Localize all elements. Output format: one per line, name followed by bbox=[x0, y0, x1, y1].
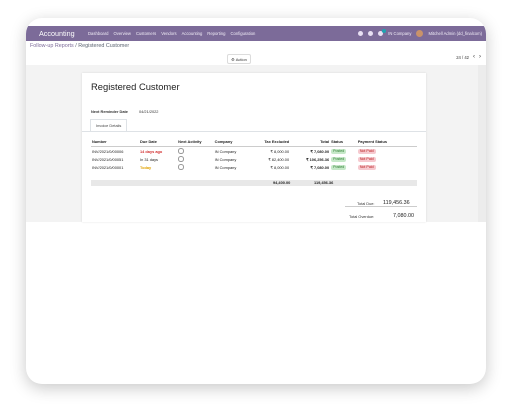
col-payment-status[interactable]: Payment Status bbox=[356, 137, 417, 147]
menu-overview[interactable]: Overview bbox=[114, 31, 131, 36]
payment-cell: Not Paid bbox=[357, 155, 417, 163]
menu-configuration[interactable]: Configuration bbox=[230, 31, 255, 36]
total: ₹ 7,080.00 bbox=[310, 148, 330, 154]
chat-icon[interactable] bbox=[368, 31, 374, 36]
company: IN Company bbox=[214, 164, 237, 170]
status-cell: Posted bbox=[330, 163, 357, 171]
sum-total: 119,456.36 bbox=[314, 180, 334, 185]
col-next-activity[interactable]: Next Activity bbox=[177, 137, 214, 147]
table-row[interactable]: INV/2021/0/00051 In 31 days IN Company ₹… bbox=[91, 155, 417, 163]
col-company[interactable]: Company bbox=[213, 137, 247, 147]
status-badge: Posted bbox=[331, 157, 347, 162]
total-overdue-label: Total Overdue: bbox=[349, 214, 375, 219]
sum-tax-excluded: 94,400.00 bbox=[273, 180, 291, 185]
invoice-table: Number Due Date Next Activity Company Ta… bbox=[91, 137, 417, 171]
next-activity bbox=[177, 147, 214, 156]
reminder-date-label: Next Reminder Date bbox=[91, 109, 128, 114]
next-activity bbox=[177, 155, 214, 163]
chevron-left-icon[interactable]: ‹ bbox=[473, 54, 475, 60]
summary-divider bbox=[345, 206, 417, 207]
menu-customers[interactable]: Customers bbox=[136, 31, 156, 36]
menu-accounting[interactable]: Accounting bbox=[182, 31, 203, 36]
status-cell: Posted bbox=[330, 147, 357, 156]
invoice-number: INV/2021/0/00051 bbox=[92, 156, 124, 162]
due-date: In 31 days bbox=[140, 156, 158, 162]
col-total[interactable]: Total bbox=[290, 137, 331, 147]
chevron-right-icon[interactable]: › bbox=[479, 54, 481, 60]
activity-clock-icon[interactable] bbox=[178, 156, 184, 162]
navbar-systray: IN Company Mitchell Admin (dd_finalcom) bbox=[358, 26, 482, 41]
page-title: Registered Customer bbox=[91, 81, 180, 92]
table-totals-row: 94,400.00 119,456.36 bbox=[91, 180, 417, 186]
bug-icon[interactable] bbox=[358, 31, 364, 36]
reminder-date-field[interactable]: 04/21/2022 bbox=[139, 109, 158, 114]
col-number[interactable]: Number bbox=[91, 137, 140, 147]
status-badge: Posted bbox=[331, 165, 347, 170]
status-cell: Posted bbox=[330, 155, 357, 163]
due-date: 14 days ago bbox=[140, 148, 163, 154]
payment-cell: Not Paid bbox=[357, 147, 417, 156]
content-area: Registered Customer Next Reminder Date 0… bbox=[26, 65, 486, 222]
breadcrumb: Follow-up Reports / Registered Customer bbox=[30, 43, 129, 49]
pager-value[interactable]: 24 / 42 bbox=[456, 55, 469, 60]
action-button[interactable]: ⚙ Action bbox=[227, 54, 251, 64]
avatar[interactable] bbox=[416, 30, 424, 37]
col-tax-excluded[interactable]: Tax Excluded bbox=[246, 137, 291, 147]
main-menu: Dashboard Overview Customers Vendors Acc… bbox=[88, 26, 255, 41]
invoice-number: INV/2021/0/00006 bbox=[92, 148, 124, 154]
tax-excluded: ₹ 8,000.00 bbox=[270, 164, 290, 170]
action-label: Action bbox=[235, 56, 247, 62]
breadcrumb-current: Registered Customer bbox=[78, 43, 130, 49]
gear-icon: ⚙ bbox=[231, 56, 235, 62]
tax-excluded: ₹ 8,000.00 bbox=[270, 148, 290, 154]
invoice-number: INV/2021/0/00001 bbox=[92, 164, 124, 170]
activity-icon[interactable] bbox=[378, 29, 387, 36]
activity-count-badge bbox=[382, 29, 387, 33]
payment-cell: Not Paid bbox=[357, 163, 417, 171]
total: ₹ 7,080.00 bbox=[310, 164, 330, 170]
payment-status-badge: Not Paid bbox=[357, 165, 376, 170]
company: IN Company bbox=[214, 156, 237, 162]
top-navbar: Accounting Dashboard Overview Customers … bbox=[26, 26, 486, 41]
activity-clock-icon[interactable] bbox=[178, 148, 184, 154]
pager: 24 / 42 ‹ › bbox=[456, 54, 481, 60]
col-status[interactable]: Status bbox=[330, 137, 357, 147]
due-date: Today bbox=[140, 164, 152, 170]
company-switcher[interactable]: IN Company bbox=[388, 31, 411, 36]
total-overdue-value: 7,080.00 bbox=[393, 213, 414, 219]
total: ₹ 106,256.36 bbox=[306, 156, 330, 162]
company: IN Company bbox=[214, 148, 237, 154]
table-row[interactable]: INV/2021/0/00006 14 days ago IN Company … bbox=[91, 147, 417, 156]
col-due-date[interactable]: Due Date bbox=[139, 137, 178, 147]
menu-vendors[interactable]: Vendors bbox=[161, 31, 176, 36]
user-menu[interactable]: Mitchell Admin (dd_finalcom) bbox=[428, 31, 482, 36]
vertical-scrollbar[interactable] bbox=[478, 65, 486, 222]
activity-clock-icon[interactable] bbox=[178, 164, 184, 170]
menu-dashboard[interactable]: Dashboard bbox=[88, 31, 109, 36]
table-row[interactable]: INV/2021/0/00001 Today IN Company ₹ 8,00… bbox=[91, 163, 417, 171]
app-brand[interactable]: Accounting bbox=[39, 28, 75, 39]
table-header-row: Number Due Date Next Activity Company Ta… bbox=[91, 137, 417, 147]
payment-status-badge: Not Paid bbox=[357, 149, 376, 154]
menu-reporting[interactable]: Reporting bbox=[207, 31, 225, 36]
form-sheet: Registered Customer Next Reminder Date 0… bbox=[82, 73, 426, 222]
tab-divider bbox=[82, 131, 426, 132]
status-badge: Posted bbox=[331, 149, 347, 154]
tax-excluded: ₹ 82,400.00 bbox=[268, 156, 290, 162]
app-window: Accounting Dashboard Overview Customers … bbox=[26, 18, 486, 384]
next-activity bbox=[177, 163, 214, 171]
breadcrumb-parent[interactable]: Follow-up Reports bbox=[30, 43, 74, 49]
payment-status-badge: Not Paid bbox=[357, 157, 376, 162]
control-panel: Follow-up Reports / Registered Customer … bbox=[26, 41, 486, 65]
